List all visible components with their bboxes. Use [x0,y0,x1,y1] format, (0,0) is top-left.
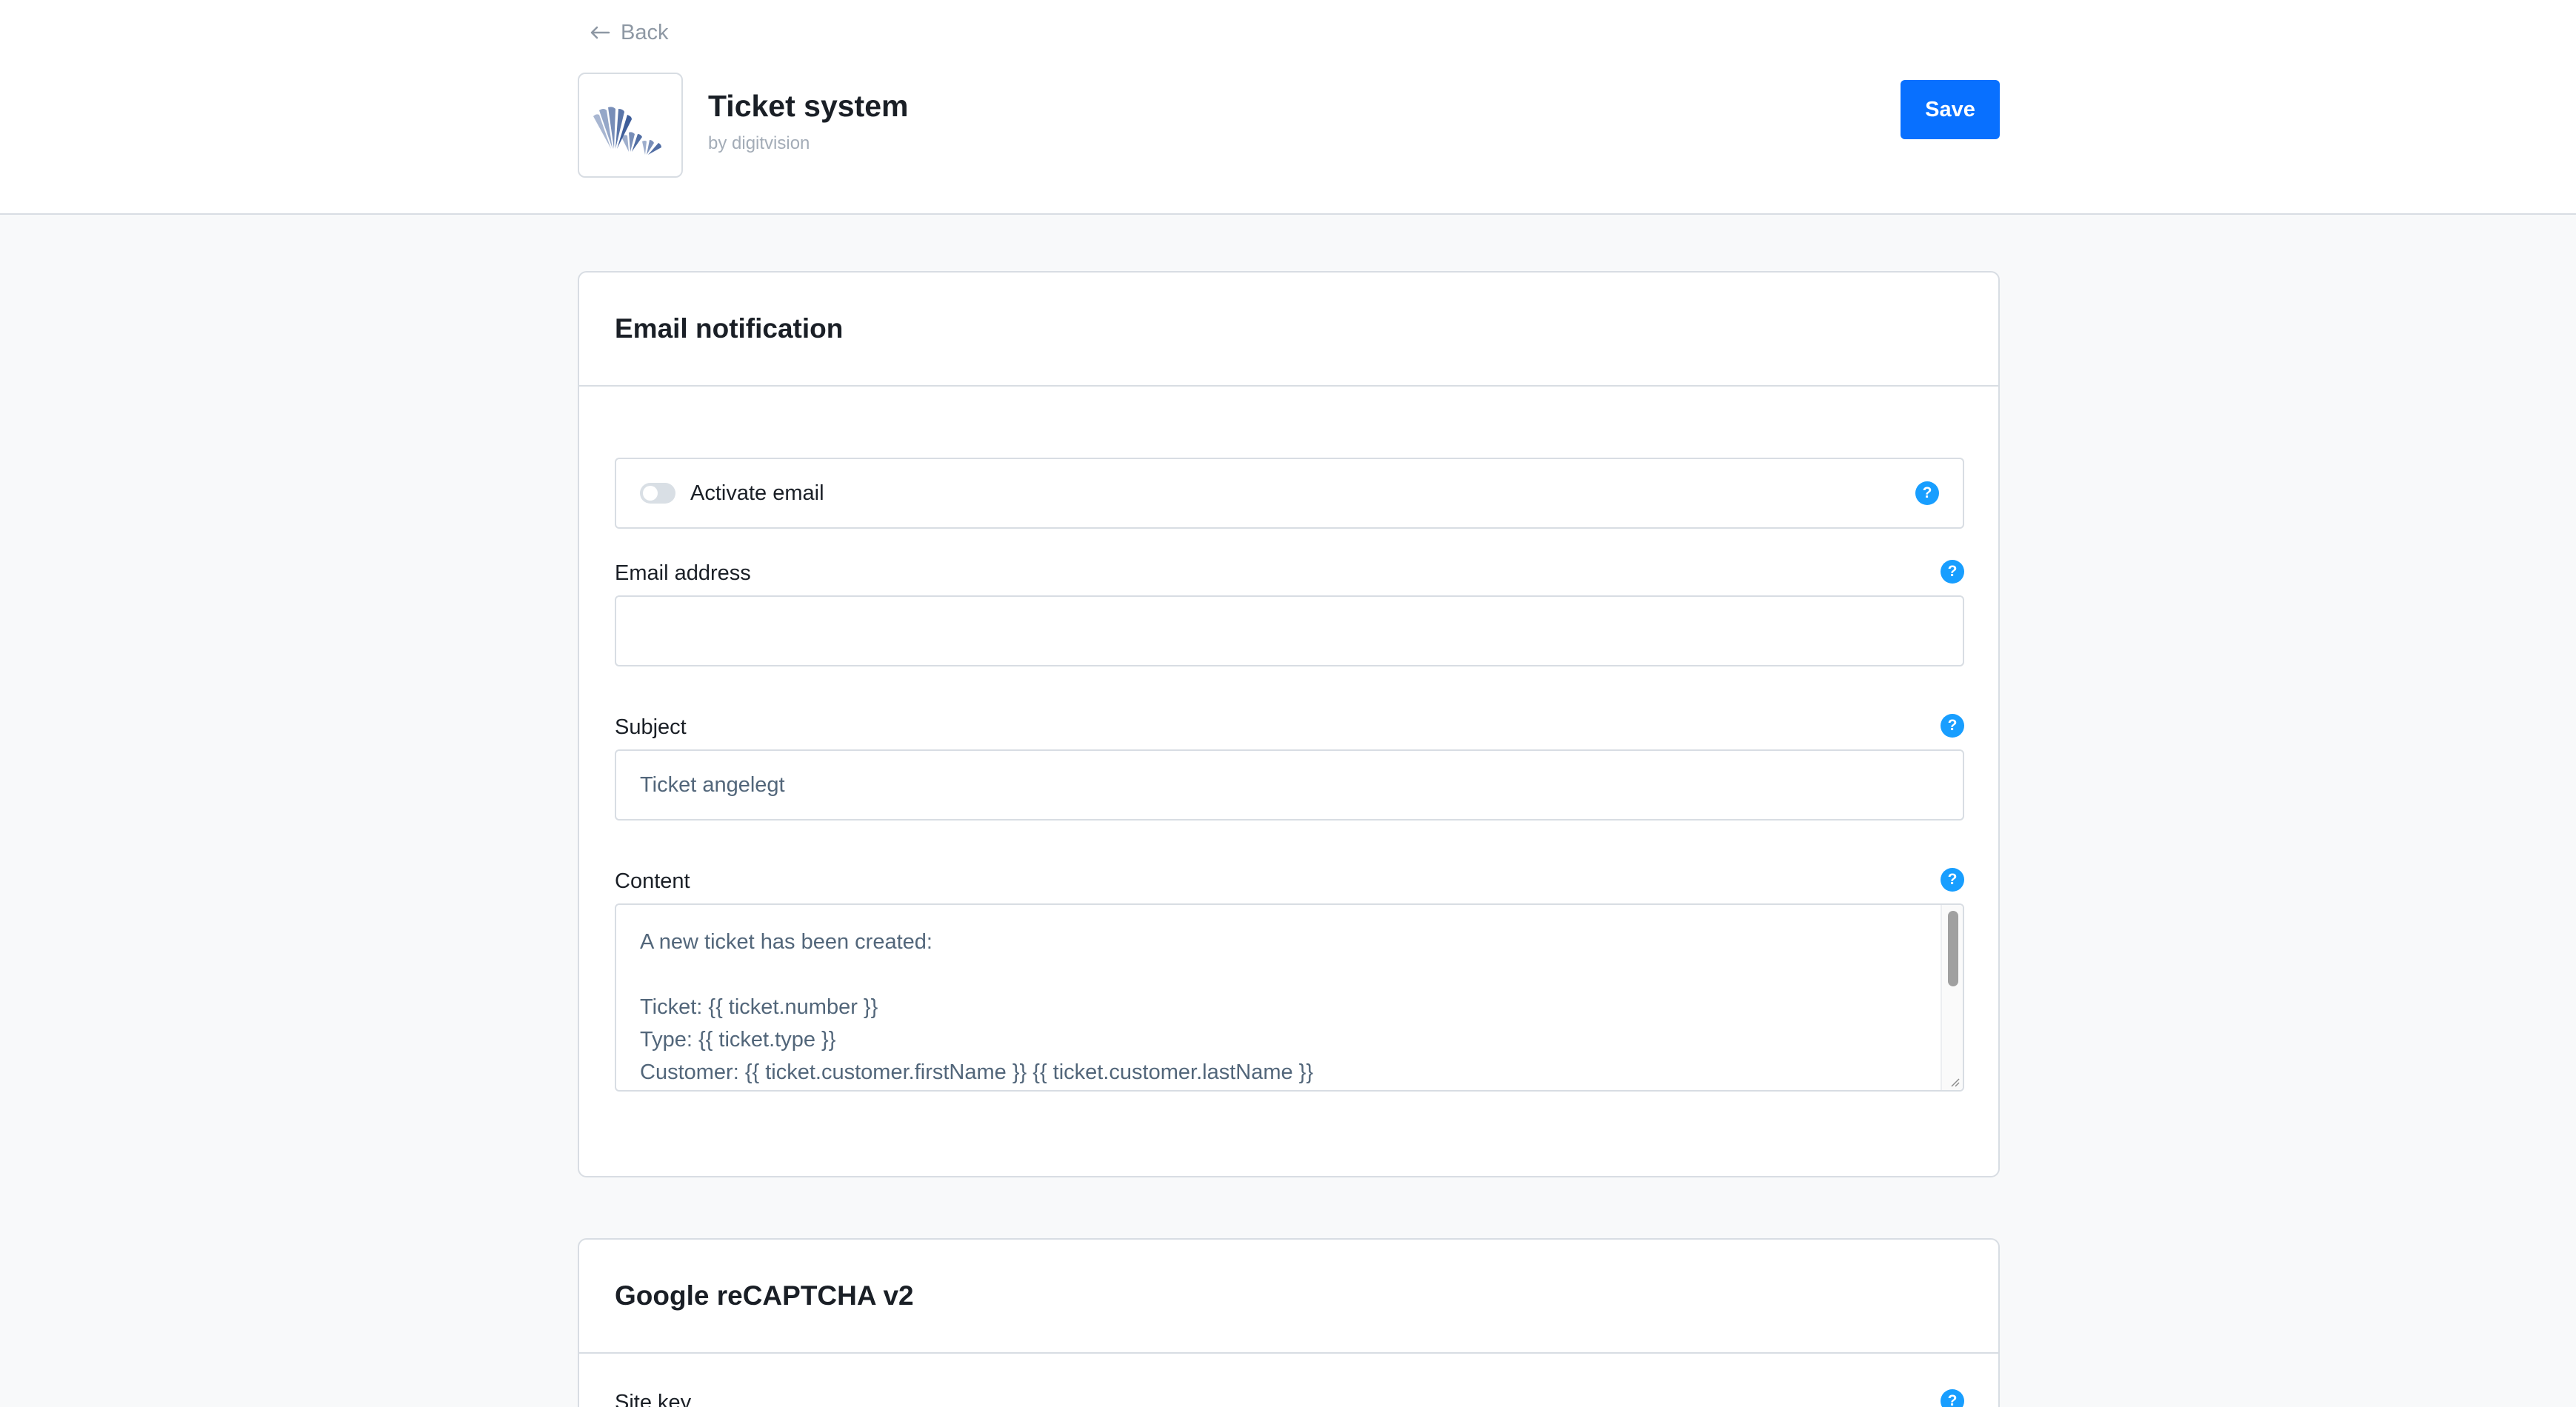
activate-email-toggle[interactable] [640,483,675,504]
content-scrollbar[interactable] [1941,905,1963,1090]
card-header: Email notification [579,273,1998,387]
content-text: A new ticket has been created: Ticket: {… [640,926,1933,1089]
email-address-input[interactable] [615,595,1964,666]
recaptcha-card: Google reCAPTCHA v2 Site key ? [578,1238,2000,1407]
arrow-left-icon [590,26,610,39]
question-circle-icon[interactable]: ? [1915,481,1939,505]
app-logo [578,73,683,178]
app-header: Back Ticket system by digitvision Save [0,0,2576,215]
save-button[interactable]: Save [1901,80,2000,139]
card-title: Email notification [615,313,844,344]
content-line: Ticket: {{ ticket.number }} [640,995,878,1019]
content-textarea[interactable]: A new ticket has been created: Ticket: {… [615,903,1964,1092]
question-circle-icon[interactable]: ? [1941,714,1964,738]
content-label: Content [615,869,690,893]
question-circle-icon[interactable]: ? [1941,868,1964,892]
back-link[interactable]: Back [590,19,668,46]
email-address-label: Email address [615,561,751,585]
question-circle-icon[interactable]: ? [1941,1389,1964,1407]
subject-label: Subject [615,715,687,739]
card-title: Google reCAPTCHA v2 [615,1280,914,1311]
content-line: Type: {{ ticket.type }} [640,1028,836,1052]
resize-grip-icon[interactable] [1948,1075,1960,1087]
content-line [640,958,1933,991]
activate-email-label: Activate email [690,481,824,505]
activate-email-row: Activate email ? [615,458,1964,529]
question-circle-icon[interactable]: ? [1941,560,1964,584]
back-label: Back [621,20,669,44]
content-line: Customer: {{ ticket.customer.firstName }… [640,1060,1314,1084]
app-byline: by digitvision [708,133,810,153]
site-key-label: Site key [615,1391,692,1407]
scrollbar-thumb[interactable] [1948,911,1958,986]
subject-input[interactable] [615,749,1964,821]
app-title: Ticket system [708,89,909,123]
email-notification-card: Email notification Activate email ? Emai… [578,271,2000,1177]
digitvision-logo [593,107,661,155]
content-line: A new ticket has been created: [640,930,932,954]
toggle-knob [643,486,658,501]
card-header: Google reCAPTCHA v2 [579,1240,1998,1354]
